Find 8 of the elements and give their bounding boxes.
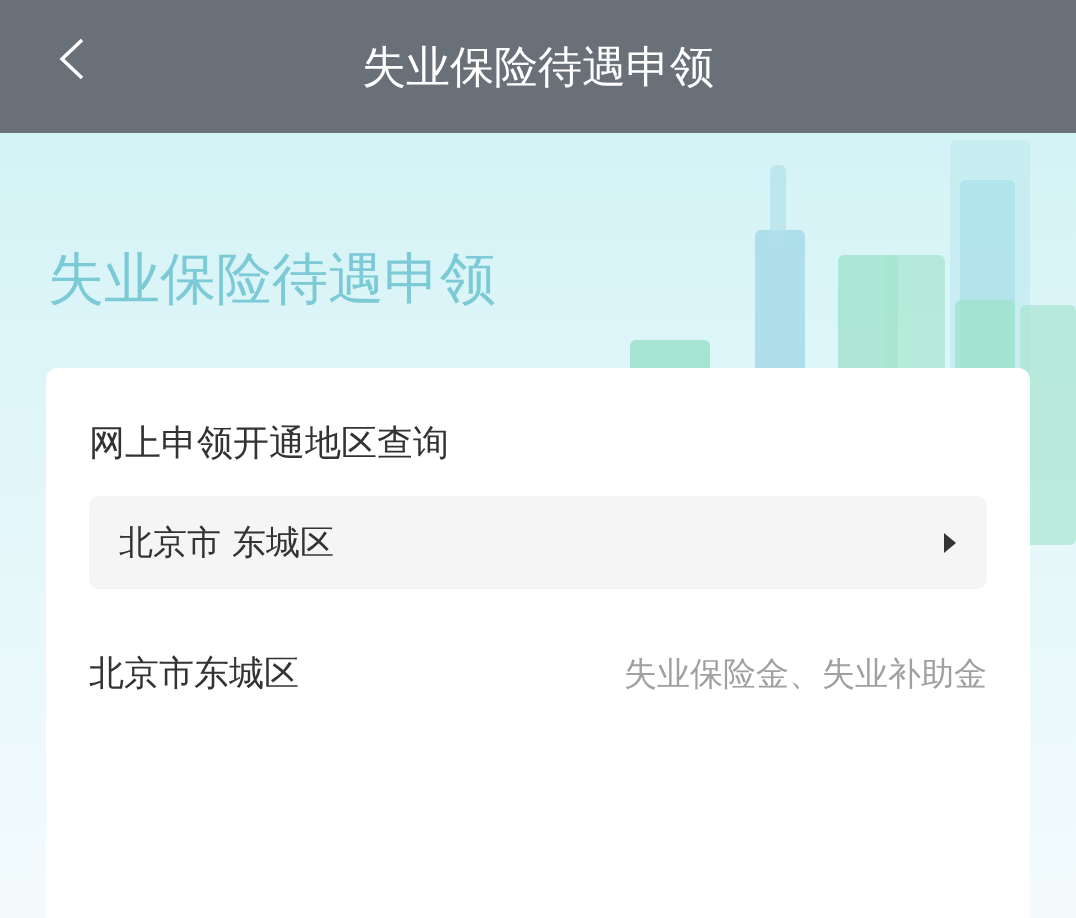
- dropdown-arrow-icon: [943, 531, 957, 554]
- region-name: 北京市东城区: [89, 652, 299, 695]
- region-select[interactable]: 北京市 东城区: [89, 496, 987, 589]
- page-title: 失业保险待遇申领: [362, 39, 714, 94]
- banner-title: 失业保险待遇申领: [47, 245, 497, 313]
- section-title: 网上申领开通地区查询: [89, 421, 450, 465]
- back-icon[interactable]: [58, 38, 86, 80]
- benefit-types: 失业保险金、失业补助金: [624, 652, 987, 695]
